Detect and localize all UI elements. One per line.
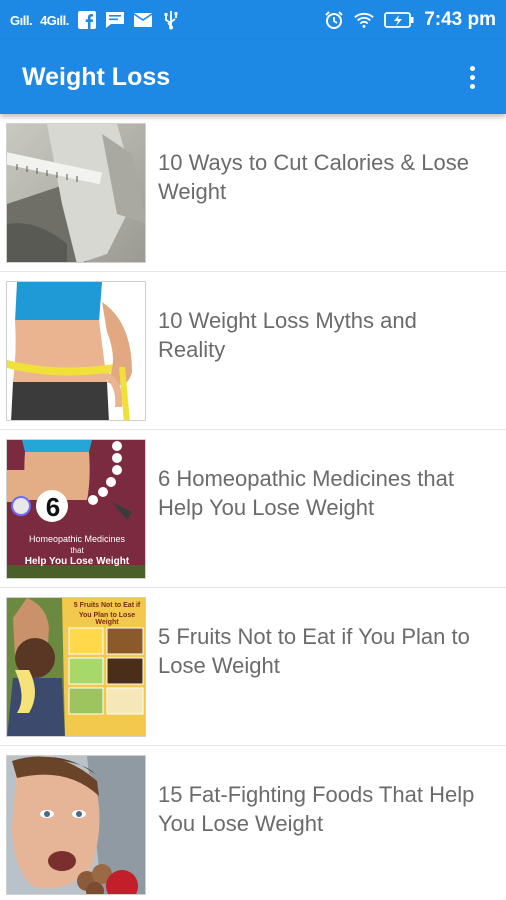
alarm-icon bbox=[324, 10, 344, 30]
list-item[interactable]: 10 Weight Loss Myths and Reality bbox=[0, 272, 506, 430]
thumb-number: 6 bbox=[45, 492, 61, 522]
battery-charging-icon bbox=[384, 10, 414, 30]
status-left: Gıll. 4Gıll. bbox=[10, 10, 181, 30]
usb-icon bbox=[161, 10, 181, 30]
article-title: 10 Weight Loss Myths and Reality bbox=[158, 308, 417, 362]
signal-strength-sim1: Gıll. bbox=[10, 12, 33, 28]
article-thumbnail: 6 Homeopathic Medicines that Help You Lo… bbox=[6, 439, 146, 579]
article-title: 10 Ways to Cut Calories & Lose Weight bbox=[158, 150, 469, 204]
thumb-caption-line3: Help You Lose Weight bbox=[24, 556, 130, 567]
thumb-caption-line1: Homeopathic Medicines bbox=[28, 534, 126, 544]
status-bar: Gıll. 4Gıll. 7:43 pm bbox=[0, 0, 506, 40]
list-item[interactable]: 15 Fat-Fighting Foods That Help You Lose… bbox=[0, 746, 506, 900]
app-title: Weight Loss bbox=[22, 62, 171, 91]
article-list: 10 Ways to Cut Calories & Lose Weight 10… bbox=[0, 114, 506, 900]
article-title: 15 Fat-Fighting Foods That Help You Lose… bbox=[158, 782, 475, 836]
thumb-caption-line2: that bbox=[70, 546, 84, 555]
article-thumbnail bbox=[6, 281, 146, 421]
app-bar: Weight Loss bbox=[0, 40, 506, 114]
list-item[interactable]: 6 Homeopathic Medicines that Help You Lo… bbox=[0, 430, 506, 588]
article-title: 5 Fruits Not to Eat if You Plan to Lose … bbox=[158, 624, 470, 678]
list-item[interactable]: 10 Ways to Cut Calories & Lose Weight bbox=[0, 114, 506, 272]
list-item[interactable]: 5 Fruits Not to Eat if You Plan to Lose … bbox=[0, 588, 506, 746]
thumb-caption-line2: You Plan to Lose Weight bbox=[78, 612, 136, 626]
article-thumbnail: 5 Fruits Not to Eat if You Plan to Lose … bbox=[6, 597, 146, 737]
facebook-icon bbox=[77, 10, 97, 30]
article-title: 6 Homeopathic Medicines that Help You Lo… bbox=[158, 466, 454, 520]
message-icon bbox=[105, 10, 125, 30]
article-thumbnail bbox=[6, 755, 146, 895]
status-time: 7:43 pm bbox=[424, 9, 496, 30]
overflow-menu-icon[interactable] bbox=[460, 57, 484, 97]
wifi-icon bbox=[354, 10, 374, 30]
article-thumbnail bbox=[6, 123, 146, 263]
signal-strength-sim2: 4Gıll. bbox=[40, 12, 69, 28]
thumb-caption-line1: 5 Fruits Not to Eat if bbox=[73, 602, 141, 609]
email-icon bbox=[133, 10, 153, 30]
status-right: 7:43 pm bbox=[324, 9, 496, 31]
